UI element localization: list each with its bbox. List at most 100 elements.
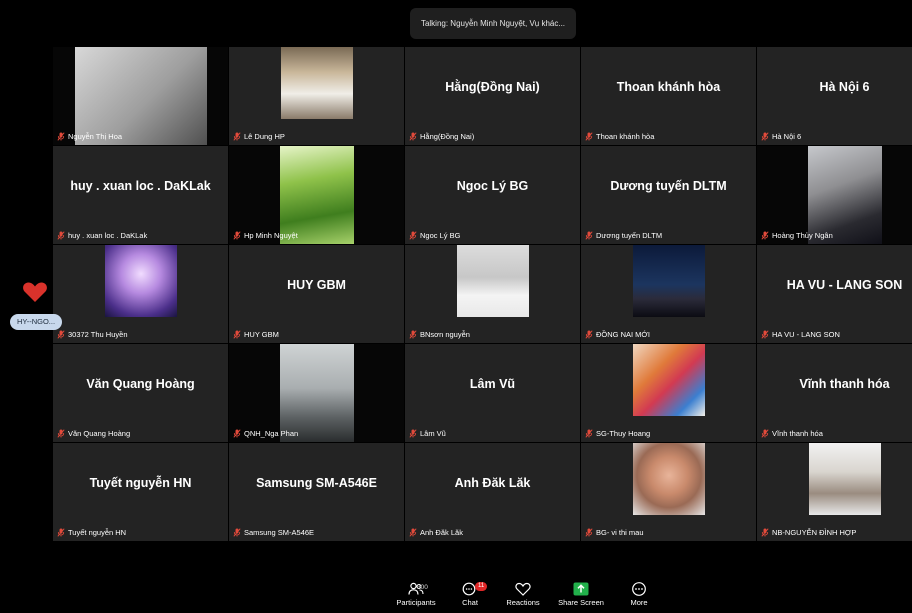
participant-label: Samsung SM-A546E: [233, 528, 314, 537]
mic-muted-icon: [585, 132, 593, 141]
participant-display-name: huy . xuan loc . DaKLak: [70, 179, 211, 193]
participant-video: [633, 344, 705, 416]
participant-name: Hà Nội 6: [772, 132, 802, 141]
participant-name: Hp Minh Nguyệt: [244, 231, 298, 240]
participant-display-name: Hằng(Đồng Nai): [445, 80, 540, 94]
participant-display-name: Dương tuyến DLTM: [610, 179, 727, 193]
mic-muted-icon: [761, 429, 769, 438]
participant-video: [809, 443, 881, 515]
participant-label: Hà Nội 6: [761, 132, 801, 141]
participant-tile[interactable]: 30372 Thu Huyền: [53, 245, 228, 343]
share-screen-label: Share Screen: [558, 598, 604, 607]
participant-name: HA VU - LANG SON: [772, 330, 840, 339]
participant-tile[interactable]: SG-Thuy Hoang: [581, 344, 756, 442]
participant-label: Ngoc Lý BG: [409, 231, 460, 240]
participant-tile[interactable]: Lê Dung HP: [229, 47, 404, 145]
participant-video: [808, 146, 882, 244]
participant-name: ĐỒNG NAI MỚI: [596, 330, 650, 339]
mic-muted-icon: [585, 231, 593, 240]
participant-label: Hoàng Thủy Ngân: [761, 231, 833, 240]
more-label: More: [630, 598, 648, 607]
participant-name: Hoàng Thủy Ngân: [772, 231, 833, 240]
reactions-label: Reactions: [506, 598, 540, 607]
participant-name: HUY GBM: [244, 330, 279, 339]
participant-label: HA VU - LANG SON: [761, 330, 840, 339]
mic-muted-icon: [409, 132, 417, 141]
mic-muted-icon: [233, 132, 241, 141]
mic-muted-icon: [761, 528, 769, 537]
participant-label: BG- vi thi mau: [585, 528, 644, 537]
participant-video: [633, 443, 705, 515]
participant-tile[interactable]: Văn Quang Hoàng Văn Quang Hoàng: [53, 344, 228, 442]
mic-muted-icon: [409, 231, 417, 240]
participant-tile[interactable]: HA VU - LANG SON HA VU - LANG SON: [757, 245, 912, 343]
participant-tile[interactable]: BG- vi thi mau: [581, 443, 756, 541]
mic-muted-icon: [409, 330, 417, 339]
participant-label: Hằng(Đồng Nai): [409, 132, 474, 141]
participants-label: Participants: [396, 598, 436, 607]
participant-label: 30372 Thu Huyền: [57, 330, 128, 339]
participant-name: Văn Quang Hoàng: [68, 429, 131, 438]
mic-muted-icon: [585, 330, 593, 339]
participant-tile[interactable]: QNH_Nga Phan: [229, 344, 404, 442]
participant-tile[interactable]: Dương tuyến DLTM Dương tuyến DLTM: [581, 146, 756, 244]
side-participant-pill[interactable]: HY--NGO...: [10, 314, 62, 330]
participant-tile[interactable]: Hà Nội 6 Hà Nội 6: [757, 47, 912, 145]
participant-tile[interactable]: NB-NGUYỄN ĐÌNH HỢP: [757, 443, 912, 541]
participant-display-name: Hà Nội 6: [819, 80, 870, 94]
participant-tile[interactable]: Vĩnh thanh hóa Vĩnh thanh hóa: [757, 344, 912, 442]
participant-tile[interactable]: Tuyết nguyễn HN Tuyết nguyễn HN: [53, 443, 228, 541]
participant-tile[interactable]: Hoàng Thủy Ngân: [757, 146, 912, 244]
participant-name: NB-NGUYỄN ĐÌNH HỢP: [772, 528, 857, 537]
participant-display-name: HA VU - LANG SON: [786, 278, 903, 292]
participants-button[interactable]: 300 Participants: [393, 582, 439, 607]
chat-badge: 11: [475, 582, 488, 591]
participant-label: Lê Dung HP: [233, 132, 285, 141]
participant-name: Tuyết nguyễn HN: [68, 528, 127, 537]
participant-name: Ngoc Lý BG: [420, 231, 461, 240]
participant-tile[interactable]: Thoan khánh hòa Thoan khánh hòa: [581, 47, 756, 145]
mic-muted-icon: [761, 132, 769, 141]
participant-name: Anh Đăk Lăk: [420, 528, 463, 537]
participant-label: Anh Đăk Lăk: [409, 528, 463, 537]
participant-label: SG-Thuy Hoang: [585, 429, 650, 438]
mic-muted-icon: [57, 528, 65, 537]
participant-video: [280, 344, 354, 442]
mic-muted-icon: [761, 231, 769, 240]
participant-display-name: Ngoc Lý BG: [456, 179, 529, 193]
mic-muted-icon: [233, 528, 241, 537]
participant-tile[interactable]: BNsơn nguyễn: [405, 245, 580, 343]
participant-tile[interactable]: Hp Minh Nguyệt: [229, 146, 404, 244]
participant-tile[interactable]: Nguyễn Thị Hoa: [53, 47, 228, 145]
reactions-button[interactable]: Reactions: [503, 582, 543, 607]
mic-muted-icon: [409, 528, 417, 537]
participant-display-name: Văn Quang Hoàng: [86, 377, 195, 391]
participant-display-name: HUY GBM: [287, 278, 346, 292]
participant-label: Hp Minh Nguyệt: [233, 231, 298, 240]
participant-label: HUY GBM: [233, 330, 279, 339]
participant-video: [457, 245, 529, 317]
participant-tile[interactable]: Samsung SM-A546E Samsung SM-A546E: [229, 443, 404, 541]
more-button[interactable]: More: [624, 582, 654, 607]
participant-display-name: Tuyết nguyễn HN: [89, 476, 192, 490]
participant-name: SG-Thuy Hoang: [596, 429, 651, 438]
participant-tile[interactable]: Hằng(Đồng Nai) Hằng(Đồng Nai): [405, 47, 580, 145]
mic-muted-icon: [233, 231, 241, 240]
participant-tile[interactable]: Anh Đăk Lăk Anh Đăk Lăk: [405, 443, 580, 541]
participant-name: Lâm Vũ: [420, 429, 446, 438]
participant-tile[interactable]: Ngoc Lý BG Ngoc Lý BG: [405, 146, 580, 244]
participant-tile[interactable]: huy . xuan loc . DaKLak huy . xuan loc . …: [53, 146, 228, 244]
participant-label: NB-NGUYỄN ĐÌNH HỢP: [761, 528, 856, 537]
share-screen-button[interactable]: Share Screen: [556, 582, 606, 607]
participant-name: Samsung SM-A546E: [244, 528, 315, 537]
participant-tile[interactable]: HUY GBM HUY GBM: [229, 245, 404, 343]
talking-banner: Talking: Nguyễn Minh Nguyệt, Vụ khác...: [410, 8, 576, 39]
mic-muted-icon: [585, 528, 593, 537]
heart-outline-icon: [515, 582, 531, 596]
participant-tile[interactable]: Lâm Vũ Lâm Vũ: [405, 344, 580, 442]
participant-video: [280, 146, 354, 244]
participant-label: ĐỒNG NAI MỚI: [585, 330, 650, 339]
chat-button[interactable]: 11 Chat: [455, 582, 488, 607]
participant-name: Hằng(Đồng Nai): [420, 132, 475, 141]
participant-tile[interactable]: ĐỒNG NAI MỚI: [581, 245, 756, 343]
